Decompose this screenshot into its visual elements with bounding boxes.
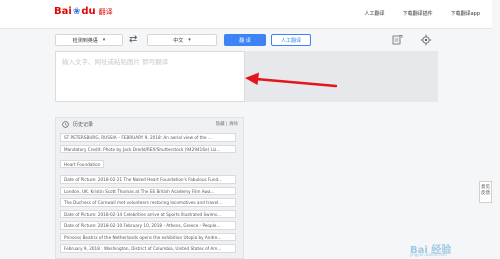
history-panel: 历史记录 隐藏 | 清除 ST PETERSBURG, RUSSIA – FEB… bbox=[55, 117, 244, 259]
nav-download-app[interactable]: 下载翻译app bbox=[451, 10, 480, 17]
history-item[interactable]: February 9, 2018 : Washington, District … bbox=[60, 244, 236, 253]
paw-icon: ❀ bbox=[72, 6, 81, 17]
history-header: 历史记录 隐藏 | 清除 bbox=[56, 118, 243, 132]
document-icon[interactable] bbox=[391, 34, 403, 46]
chevron-down-icon: ▾ bbox=[102, 37, 106, 43]
feedback-button[interactable]: 意见 反馈 bbox=[479, 181, 492, 203]
history-item[interactable]: Mandatory Credit: Photo by Jack Dredd/RE… bbox=[60, 144, 236, 153]
logo-suffix: 翻译 bbox=[98, 7, 113, 16]
history-item[interactable]: London, UK. Kristin Scott Thomas at The … bbox=[60, 186, 236, 195]
nav-download-plugin[interactable]: 下载翻译插件 bbox=[403, 10, 433, 17]
gear-icon[interactable] bbox=[420, 34, 432, 46]
baidu-translate-logo[interactable]: Bai ❀ du 翻译 bbox=[54, 6, 113, 17]
clock-icon bbox=[62, 121, 69, 128]
red-arrow-annotation bbox=[245, 72, 338, 88]
source-text-input[interactable]: 输入文字、网址或粘贴图片 即可翻译 bbox=[55, 51, 245, 102]
source-language-select[interactable]: 检测到英语 ▾ bbox=[55, 34, 123, 46]
chevron-down-icon: ▾ bbox=[188, 37, 191, 43]
swap-arrows-icon[interactable]: ⇄ bbox=[129, 33, 137, 47]
baidu-jingyan-watermark: Bai 经验 jingyan.baidu.com bbox=[392, 241, 492, 257]
target-language-select[interactable]: 中文 ▾ bbox=[147, 34, 217, 46]
history-actions[interactable]: 隐藏 | 清除 bbox=[216, 121, 238, 127]
target-language-label: 中文 bbox=[173, 37, 184, 44]
history-item[interactable]: ST PETERSBURG, RUSSIA – FEBRUARY 9, 2018… bbox=[60, 133, 236, 142]
history-item[interactable]: Date of Picture: 2018-02-21 The Naked He… bbox=[60, 175, 236, 184]
history-item[interactable]: Date of Picture: 2018-02-10 February 10,… bbox=[60, 221, 236, 230]
translate-button[interactable]: 翻 译 bbox=[224, 34, 266, 46]
feedback-label-2: 反馈 bbox=[481, 190, 490, 196]
history-item[interactable]: The Duchess of Cornwall met volunteers r… bbox=[60, 198, 236, 207]
history-list: ST PETERSBURG, RUSSIA – FEBRUARY 9, 2018… bbox=[60, 133, 236, 256]
logo-text-bai: Bai bbox=[54, 6, 72, 17]
top-bar: Bai ❀ du 翻译 人工翻译 下载翻译插件 下载翻译app bbox=[0, 0, 500, 29]
page-scrollbar[interactable] bbox=[492, 0, 500, 259]
source-language-label: 检测到英语 bbox=[72, 37, 98, 44]
feedback-label-1: 意见 bbox=[481, 185, 490, 190]
watermark-sub: jingyan.baidu.com bbox=[410, 252, 447, 257]
input-placeholder: 输入文字、网址或粘贴图片 即可翻译 bbox=[62, 58, 169, 66]
top-nav: 人工翻译 下载翻译插件 下载翻译app bbox=[365, 10, 480, 17]
history-item[interactable]: Date of Picture: 2018-02-14 Celebrities … bbox=[60, 209, 236, 218]
history-item[interactable]: Heart Foundation bbox=[60, 159, 105, 168]
logo-text-du: du bbox=[81, 6, 96, 17]
history-item[interactable]: Princess Beatrix of the Netherlands open… bbox=[60, 232, 236, 241]
nav-human-translation[interactable]: 人工翻译 bbox=[365, 10, 385, 17]
history-title: 历史记录 bbox=[73, 122, 94, 128]
human-translate-button[interactable]: 人工翻译 bbox=[271, 34, 311, 46]
